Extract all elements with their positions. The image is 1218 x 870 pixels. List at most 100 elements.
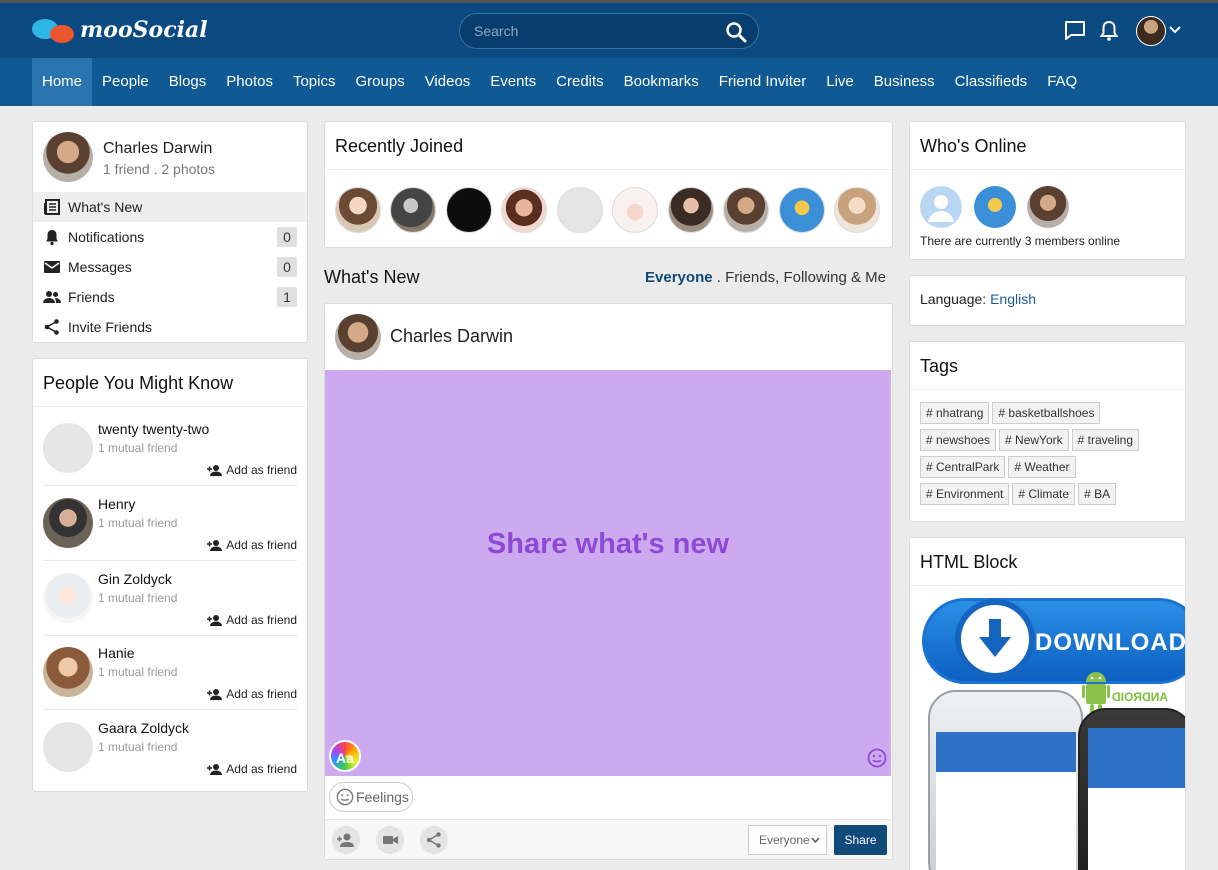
whos-online-card: Who's Online There are currently 3 membe… [909,121,1186,260]
add-friend-label: Add as friend [226,538,297,552]
search-input[interactable] [474,21,714,41]
bell-icon[interactable] [1097,19,1121,43]
nav-item-photos[interactable]: Photos [216,58,283,106]
avatar[interactable] [779,187,825,233]
default-avatar-icon[interactable] [920,186,962,228]
nav-item-blogs[interactable]: Blogs [159,58,217,106]
add-user-icon [207,764,223,775]
phone-screen-header [1088,728,1185,788]
avatar[interactable] [446,187,492,233]
tag-item[interactable]: # basketballshoes [992,402,1101,424]
add-friend-button[interactable]: Add as friend [207,762,297,776]
person-name[interactable]: Gin Zoldyck [98,571,172,587]
privacy-select[interactable]: Everyone [748,825,827,855]
share-icon[interactable] [420,826,448,854]
nav-item-live[interactable]: Live [816,58,864,106]
person-name[interactable]: twenty twenty-two [98,421,209,437]
avatar[interactable] [43,573,93,623]
share-text-area[interactable]: Share what's new Aa [325,370,891,776]
menu-messages[interactable]: Messages 0 [33,252,307,282]
nav-item-videos[interactable]: Videos [415,58,481,106]
avatar[interactable] [974,186,1016,228]
avatar[interactable] [43,498,93,548]
notifications-count-badge: 0 [277,227,297,247]
download-button[interactable]: DOWNLOAD [922,598,1185,684]
tag-item[interactable]: # Climate [1012,483,1076,505]
nav-item-faq[interactable]: FAQ [1037,58,1087,106]
language-link[interactable]: English [990,291,1036,307]
main-nav: Home People Blogs Photos Topics Groups V… [0,58,1218,106]
nav-item-events[interactable]: Events [480,58,546,106]
add-friend-button[interactable]: Add as friend [207,687,297,701]
avatar[interactable] [43,722,93,772]
nav-item-classifieds[interactable]: Classifieds [945,58,1038,106]
nav-item-friend-inviter[interactable]: Friend Inviter [709,58,817,106]
privacy-value: Everyone [759,833,810,847]
nav-item-groups[interactable]: Groups [346,58,415,106]
avatar[interactable] [723,187,769,233]
profile-card: Charles Darwin 1 friend . 2 photos What'… [32,121,308,343]
emoji-icon[interactable] [867,748,887,768]
nav-item-topics[interactable]: Topics [283,58,346,106]
person-name[interactable]: Gaara Zoldyck [98,720,189,736]
logo[interactable]: mooSocial [30,13,208,47]
avatar[interactable] [501,187,547,233]
avatar[interactable] [557,187,603,233]
add-friend-button[interactable]: Add as friend [207,613,297,627]
chat-icon[interactable] [1063,19,1087,43]
html-block-card: HTML Block DOWNLOAD ANDROID [909,537,1186,870]
tag-item[interactable]: # BA [1078,483,1117,505]
feelings-button[interactable]: Feelings [329,782,413,812]
avatar[interactable] [668,187,714,233]
nav-item-home[interactable]: Home [32,58,93,106]
avatar[interactable] [834,187,880,233]
profile-name[interactable]: Charles Darwin [103,140,212,158]
avatar[interactable] [43,647,93,697]
search-icon[interactable] [724,20,748,44]
share-icon [44,319,59,335]
tag-item[interactable]: # Environment [920,483,1010,505]
person-name[interactable]: Hanie [98,645,135,661]
share-button[interactable]: Share [834,825,887,855]
text-background-button[interactable]: Aa [329,740,361,772]
chevron-down-icon [811,837,820,844]
nav-item-business[interactable]: Business [864,58,945,106]
list-item: Hanie 1 mutual friend Add as friend [43,635,297,710]
chevron-down-icon[interactable] [1169,25,1181,35]
share-prompt: Share what's new [486,528,730,560]
add-friend-button[interactable]: Add as friend [207,538,297,552]
tag-item[interactable]: # newshoes [920,429,997,451]
tag-item[interactable]: # Weather [1008,456,1076,478]
tag-item[interactable]: # nhatrang [920,402,990,424]
whos-online-title: Who's Online [910,122,1185,170]
menu-invite-friends[interactable]: Invite Friends [33,312,307,342]
mutual-friends-text: 1 mutual friend [98,516,178,530]
menu-notifications[interactable]: Notifications 0 [33,222,307,252]
add-user-icon [207,615,223,626]
pymk-title: People You Might Know [33,359,307,407]
menu-friends[interactable]: Friends 1 [33,282,307,312]
menu-label: Invite Friends [68,319,153,335]
add-friend-button[interactable]: Add as friend [207,463,297,477]
nav-item-people[interactable]: People [92,58,159,106]
tag-friend-icon[interactable] [332,826,360,854]
tag-item[interactable]: # NewYork [999,429,1069,451]
avatar[interactable] [390,187,436,233]
tags-card: Tags # nhatrang # basketballshoes # newsh… [909,341,1186,522]
filter-friends-following[interactable]: Friends, Following & Me [725,269,886,286]
video-camera-icon[interactable] [376,826,404,854]
friends-count-badge: 1 [277,287,297,307]
avatar[interactable] [43,423,93,473]
profile-avatar[interactable] [43,132,93,182]
avatar[interactable] [335,187,381,233]
nav-item-bookmarks[interactable]: Bookmarks [614,58,709,106]
avatar[interactable] [1027,186,1069,228]
person-name[interactable]: Henry [98,496,135,512]
user-avatar[interactable] [1136,16,1166,46]
tag-item[interactable]: # traveling [1071,429,1140,451]
filter-everyone[interactable]: Everyone [645,269,713,286]
nav-item-credits[interactable]: Credits [546,58,614,106]
menu-whats-new[interactable]: What's New [33,192,307,222]
avatar[interactable] [612,187,658,233]
tag-item[interactable]: # CentralPark [920,456,1006,478]
